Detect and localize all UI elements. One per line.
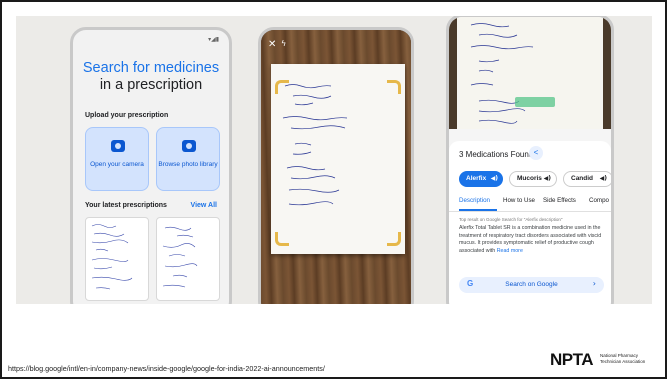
source-url: https://blog.google/intl/en-in/company-n… (8, 364, 325, 373)
search-on-google-label: Search on Google (505, 281, 558, 288)
title-line-2: in a prescription (99, 77, 203, 93)
prescription-thumbnail[interactable] (156, 217, 220, 301)
handwriting-scribble (470, 23, 534, 124)
open-camera-label: Open your camera (90, 161, 144, 168)
search-on-google-button[interactable]: G Search on Google › (459, 277, 604, 293)
handwriting-scribble (282, 84, 348, 206)
scan-frame-corner (387, 232, 401, 246)
speaker-icon[interactable]: ◀) (544, 172, 551, 186)
speaker-icon[interactable]: ◀) (491, 171, 498, 187)
chip-label: Alerfix (466, 175, 487, 182)
title-line-1: for medicines (132, 60, 220, 76)
scanned-prescription-preview (449, 17, 611, 129)
handwriting-scribble (162, 226, 198, 288)
scan-frame-corner (275, 80, 289, 94)
tab-how-to-use[interactable]: How to Use (503, 197, 535, 204)
handwriting-scribble (91, 224, 133, 290)
latest-prescriptions-heading: Your latest prescriptions (85, 202, 167, 209)
npta-logo: NPTA National Pharmacy Technician Associ… (550, 350, 658, 372)
npta-logo-tagline: National Pharmacy Technician Association (600, 353, 646, 364)
chip-alerfix[interactable]: Alerfix ◀) (459, 171, 503, 187)
product-photo: ▾◢▮ Search for medicines in a prescripti… (16, 16, 652, 304)
medicine-description: Alerfix Total Tablet SR is a combination… (459, 225, 609, 255)
photo-library-icon (182, 140, 196, 152)
tab-description[interactable]: Description (459, 197, 490, 204)
tab-divider (449, 211, 611, 212)
results-sheet: 3 Medications Found < Alerfix ◀) Mucoris… (449, 141, 611, 304)
camera-icon (111, 140, 125, 152)
chip-label: Mucoris (517, 175, 542, 182)
description-text: Alerfix Total Tablet SR is a combination… (459, 225, 602, 254)
browse-library-button[interactable]: Browse photo library (156, 127, 220, 191)
search-source-note: Top result on Google Search for "Alerfix… (459, 217, 563, 222)
scan-frame-corner (387, 80, 401, 94)
screen-title: Search for medicines in a prescription (73, 60, 229, 94)
status-bar-icons: ▾◢▮ (208, 36, 219, 43)
share-icon[interactable]: < (529, 146, 543, 160)
preview-edge (603, 17, 611, 129)
tab-composition[interactable]: Compo (589, 197, 609, 204)
view-all-link[interactable]: View All (191, 202, 217, 209)
npta-logo-mark: NPTA (550, 350, 594, 369)
chip-candid[interactable]: Candid ◀) (563, 171, 611, 187)
flash-off-icon[interactable]: ϟ (281, 39, 286, 48)
medications-found-count: 3 Medications Found (459, 150, 534, 159)
speaker-icon[interactable]: ◀) (600, 172, 607, 186)
tab-side-effects[interactable]: Side Effects (543, 197, 576, 204)
prescription-paper (271, 64, 405, 254)
phone-camera-screen: ✕ ϟ (258, 27, 414, 304)
prescription-thumbnail[interactable] (85, 217, 149, 301)
title-search-word: Search (82, 60, 133, 76)
chip-label: Candid (571, 175, 594, 182)
medicine-highlight[interactable] (515, 97, 555, 107)
phone-search-screen: ▾◢▮ Search for medicines in a prescripti… (70, 27, 232, 304)
browse-library-label: Browse photo library (158, 161, 218, 168)
close-icon[interactable]: ✕ (268, 39, 276, 50)
upload-heading: Upload your prescription (85, 112, 169, 119)
scan-frame-corner (275, 232, 289, 246)
phone-results-screen: 3 Medications Found < Alerfix ◀) Mucoris… (446, 16, 614, 304)
chevron-right-icon: › (592, 279, 596, 288)
open-camera-button[interactable]: Open your camera (85, 127, 149, 191)
preview-edge (449, 17, 457, 129)
read-more-link[interactable]: Read more (497, 248, 523, 254)
chip-mucoris[interactable]: Mucoris ◀) (509, 171, 557, 187)
